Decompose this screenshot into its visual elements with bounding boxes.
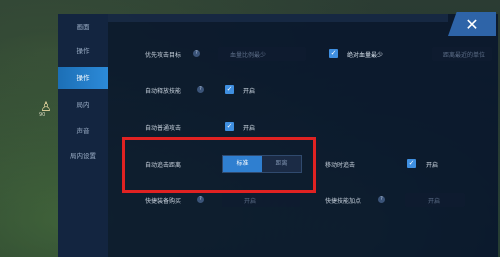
row1-label: 优先攻击目标 (145, 52, 182, 59)
sidebar-item-in-game[interactable]: 局内设置 (58, 145, 108, 167)
row4-right-check-label: 开启 (426, 162, 439, 169)
sidebar-item-operation[interactable]: 操作 (58, 67, 108, 89)
row1-checkbox[interactable]: ✓ (329, 49, 338, 58)
row5-dim-option[interactable]: 开启 (244, 196, 256, 205)
help-icon[interactable]: ? (378, 196, 385, 203)
highlight-box (122, 137, 316, 193)
row2-checkbox[interactable]: ✓ (225, 85, 234, 94)
sidebar-item-1[interactable]: 画面 (58, 16, 108, 38)
hero-level: 90 (39, 112, 46, 118)
help-icon[interactable]: ? (197, 86, 204, 93)
sidebar-item-4[interactable]: 局内 (58, 94, 108, 116)
row4-right-label: 移动时追击 (325, 162, 356, 169)
sidebar-item-2[interactable]: 操作 (58, 40, 108, 62)
help-icon[interactable]: ? (193, 50, 200, 57)
row5-option-bg (222, 193, 300, 207)
row4-right-checkbox[interactable]: ✓ (407, 159, 416, 168)
row1-check-label: 绝对血量最少 (347, 52, 384, 59)
row3-label: 自动普通攻击 (145, 125, 182, 132)
row2-check-label: 开启 (243, 88, 256, 95)
row5-right-label: 快捷技能加点 (325, 198, 362, 205)
row3-check-label: 开启 (243, 125, 256, 132)
help-icon[interactable]: ? (197, 196, 204, 203)
row1-dim-option[interactable]: 血量比例最少 (230, 50, 266, 59)
panel-header-strip (108, 14, 448, 22)
row3-checkbox[interactable]: ✓ (225, 122, 234, 131)
settings-sidebar: 画面 操作 操作 局内 声音 局内设置 (58, 14, 108, 257)
row5-right-option[interactable]: 开启 (428, 196, 440, 205)
row2-label: 自动释放技能 (145, 88, 182, 95)
row1-right-option[interactable]: 距离最近的单位 (443, 50, 485, 59)
sidebar-item-sound[interactable]: 声音 (58, 120, 108, 142)
close-icon: ✕ (465, 14, 479, 34)
row5-label: 快捷装备购买 (145, 198, 182, 205)
